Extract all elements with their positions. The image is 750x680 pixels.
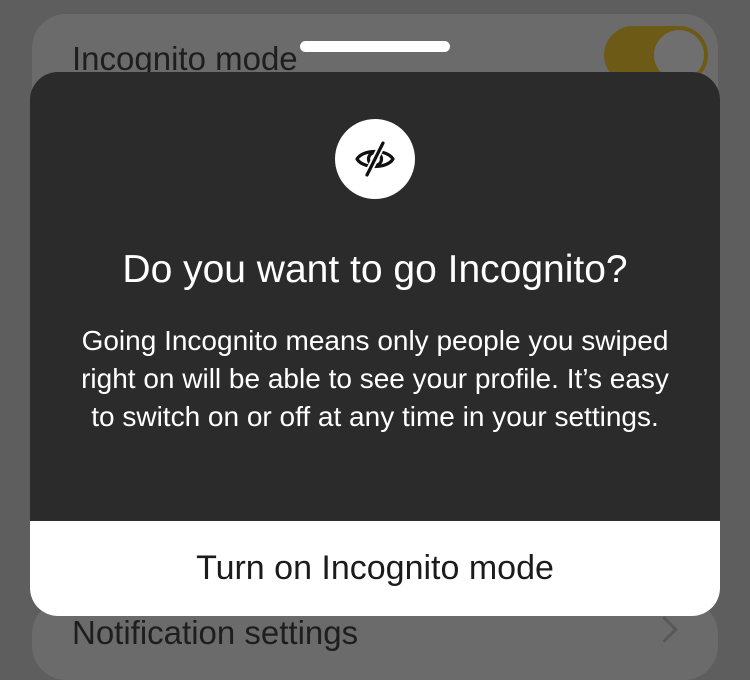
sheet-grabber-handle[interactable] [300,41,450,52]
modal-title: Do you want to go Incognito? [122,248,628,291]
modal-description: Going Incognito means only people you sw… [81,325,669,432]
eye-slash-icon [335,119,415,199]
notification-settings-label: Notification settings [72,614,359,651]
turn-on-incognito-button[interactable]: Turn on Incognito mode [30,521,720,616]
incognito-modal: Do you want to go Incognito? Going Incog… [30,72,720,616]
eye-slash-glyph [355,139,395,179]
chevron-right-icon [651,616,678,643]
